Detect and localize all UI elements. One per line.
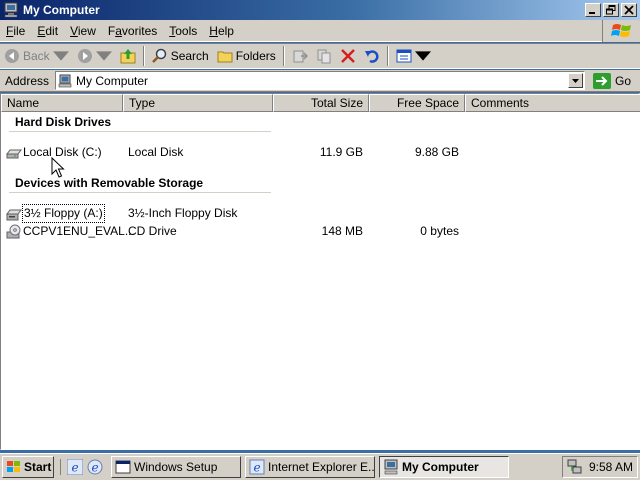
setup-window-icon bbox=[115, 460, 131, 474]
quick-launch: e e bbox=[60, 459, 103, 475]
copy-to-icon bbox=[317, 49, 331, 64]
windows-flag-icon bbox=[610, 24, 631, 37]
taskbar-button-my-computer[interactable]: My Computer bbox=[379, 456, 509, 478]
svg-text:e: e bbox=[91, 461, 98, 475]
up-folder-icon bbox=[120, 49, 136, 64]
delete-x-icon bbox=[340, 49, 355, 63]
go-arrow-icon bbox=[593, 72, 612, 89]
drive-name: 3½ Floppy (A:) bbox=[22, 204, 105, 223]
column-comments[interactable]: Comments bbox=[465, 94, 640, 112]
mouse-pointer-icon bbox=[51, 157, 65, 178]
taskbar-button-windows-setup[interactable]: Windows Setup bbox=[111, 456, 241, 478]
restore-button[interactable] bbox=[603, 3, 619, 17]
toolbar-separator bbox=[386, 46, 389, 66]
internet-explorer-icon: e bbox=[249, 459, 265, 475]
my-computer-icon bbox=[4, 2, 18, 18]
taskbar: Start e e Windows Setup e Internet Explo… bbox=[0, 453, 640, 480]
menu-favorites[interactable]: Favorites bbox=[102, 24, 163, 38]
window-title: My Computer bbox=[23, 3, 100, 17]
column-free-space[interactable]: Free Space bbox=[369, 94, 465, 112]
menu-view[interactable]: View bbox=[64, 24, 102, 38]
move-to-button[interactable] bbox=[288, 45, 312, 67]
minimize-button[interactable] bbox=[585, 3, 601, 17]
cd-drive-icon bbox=[6, 224, 21, 238]
standard-toolbar: Back Search Folders bbox=[0, 43, 640, 69]
svg-text:e: e bbox=[253, 461, 260, 475]
chevron-down-icon bbox=[414, 51, 431, 61]
forward-button[interactable] bbox=[73, 45, 116, 67]
address-dropdown-button[interactable] bbox=[568, 73, 584, 88]
column-total-size[interactable]: Total Size bbox=[273, 94, 369, 112]
address-input[interactable]: My Computer bbox=[55, 71, 586, 90]
drive-type: CD Drive bbox=[128, 224, 177, 238]
folders-button[interactable]: Folders bbox=[213, 45, 280, 67]
windows-flag-icon bbox=[7, 461, 20, 472]
taskbar-button-internet-explorer[interactable]: e Internet Explorer E... bbox=[245, 456, 375, 478]
internet-explorer-icon[interactable]: e bbox=[87, 459, 103, 475]
views-button[interactable] bbox=[392, 45, 435, 67]
system-tray: 9:58 AM bbox=[562, 456, 638, 478]
close-button[interactable] bbox=[621, 3, 637, 17]
svg-text:e: e bbox=[71, 461, 78, 475]
close-icon bbox=[624, 5, 634, 15]
hard-disk-icon bbox=[6, 149, 22, 158]
up-folder-button[interactable] bbox=[116, 45, 140, 67]
menu-help[interactable]: Help bbox=[203, 24, 240, 38]
menu-bar: File Edit View Favorites Tools Help bbox=[0, 20, 640, 42]
search-icon bbox=[151, 48, 166, 63]
address-bar: Address My Computer Go bbox=[0, 70, 640, 92]
toolbar-separator bbox=[282, 46, 285, 66]
drive-free-space: 0 bytes bbox=[420, 224, 459, 238]
floppy-drive-icon bbox=[6, 209, 22, 220]
address-label: Address bbox=[5, 73, 50, 88]
drive-free-space: 9.88 GB bbox=[414, 145, 459, 159]
clock[interactable]: 9:58 AM bbox=[589, 460, 633, 474]
go-button[interactable]: Go bbox=[593, 72, 631, 89]
list-item[interactable]: CCPV1ENU_EVAL... CD Drive 148 MB 0 bytes bbox=[1, 223, 640, 240]
title-bar[interactable]: My Computer bbox=[0, 0, 640, 20]
windows-logo bbox=[602, 20, 640, 42]
undo-button[interactable] bbox=[360, 45, 384, 67]
list-item[interactable]: Local Disk (C:) Local Disk 11.9 GB 9.88 … bbox=[1, 144, 640, 161]
copy-to-button[interactable] bbox=[312, 45, 336, 67]
drive-name: CCPV1ENU_EVAL... bbox=[23, 224, 135, 238]
my-computer-icon bbox=[384, 459, 398, 475]
views-icon bbox=[396, 49, 412, 63]
menu-edit[interactable]: Edit bbox=[31, 24, 64, 38]
chevron-down-icon bbox=[572, 78, 580, 83]
drive-total-size: 148 MB bbox=[321, 224, 363, 238]
folders-icon bbox=[217, 51, 233, 63]
group-divider bbox=[9, 131, 271, 132]
delete-button[interactable] bbox=[336, 45, 360, 67]
minimize-icon bbox=[589, 12, 595, 14]
restore-icon bbox=[606, 5, 616, 15]
back-button[interactable]: Back bbox=[0, 45, 73, 67]
column-type[interactable]: Type bbox=[123, 94, 273, 112]
group-title-removable-storage: Devices with Removable Storage bbox=[15, 176, 204, 190]
column-name[interactable]: Name bbox=[1, 94, 123, 112]
column-header-row: Name Type Total Size Free Space Comments bbox=[1, 94, 640, 112]
group-divider bbox=[9, 192, 271, 193]
toolbar-separator bbox=[142, 46, 145, 66]
network-icon[interactable] bbox=[567, 459, 583, 475]
chevron-down-icon bbox=[52, 51, 69, 61]
my-computer-icon bbox=[58, 74, 72, 87]
undo-icon bbox=[364, 50, 379, 63]
list-item[interactable]: 3½ Floppy (A:) 3½-Inch Floppy Disk bbox=[1, 204, 640, 223]
file-list-pane[interactable]: Name Type Total Size Free Space Comments… bbox=[0, 93, 640, 450]
group-title-hard-disk-drives: Hard Disk Drives bbox=[15, 115, 112, 129]
internet-explorer-icon[interactable]: e bbox=[67, 459, 83, 475]
start-button[interactable]: Start bbox=[2, 456, 54, 478]
drive-type: 3½-Inch Floppy Disk bbox=[128, 206, 238, 220]
chevron-down-icon bbox=[95, 51, 112, 61]
back-arrow-icon bbox=[5, 49, 19, 63]
forward-arrow-icon bbox=[77, 49, 92, 63]
search-button[interactable]: Search bbox=[148, 45, 213, 67]
drive-type: Local Disk bbox=[128, 145, 184, 159]
menu-file[interactable]: File bbox=[0, 24, 31, 38]
drive-total-size: 11.9 GB bbox=[319, 145, 363, 159]
menu-tools[interactable]: Tools bbox=[163, 24, 203, 38]
move-to-icon bbox=[293, 50, 308, 63]
